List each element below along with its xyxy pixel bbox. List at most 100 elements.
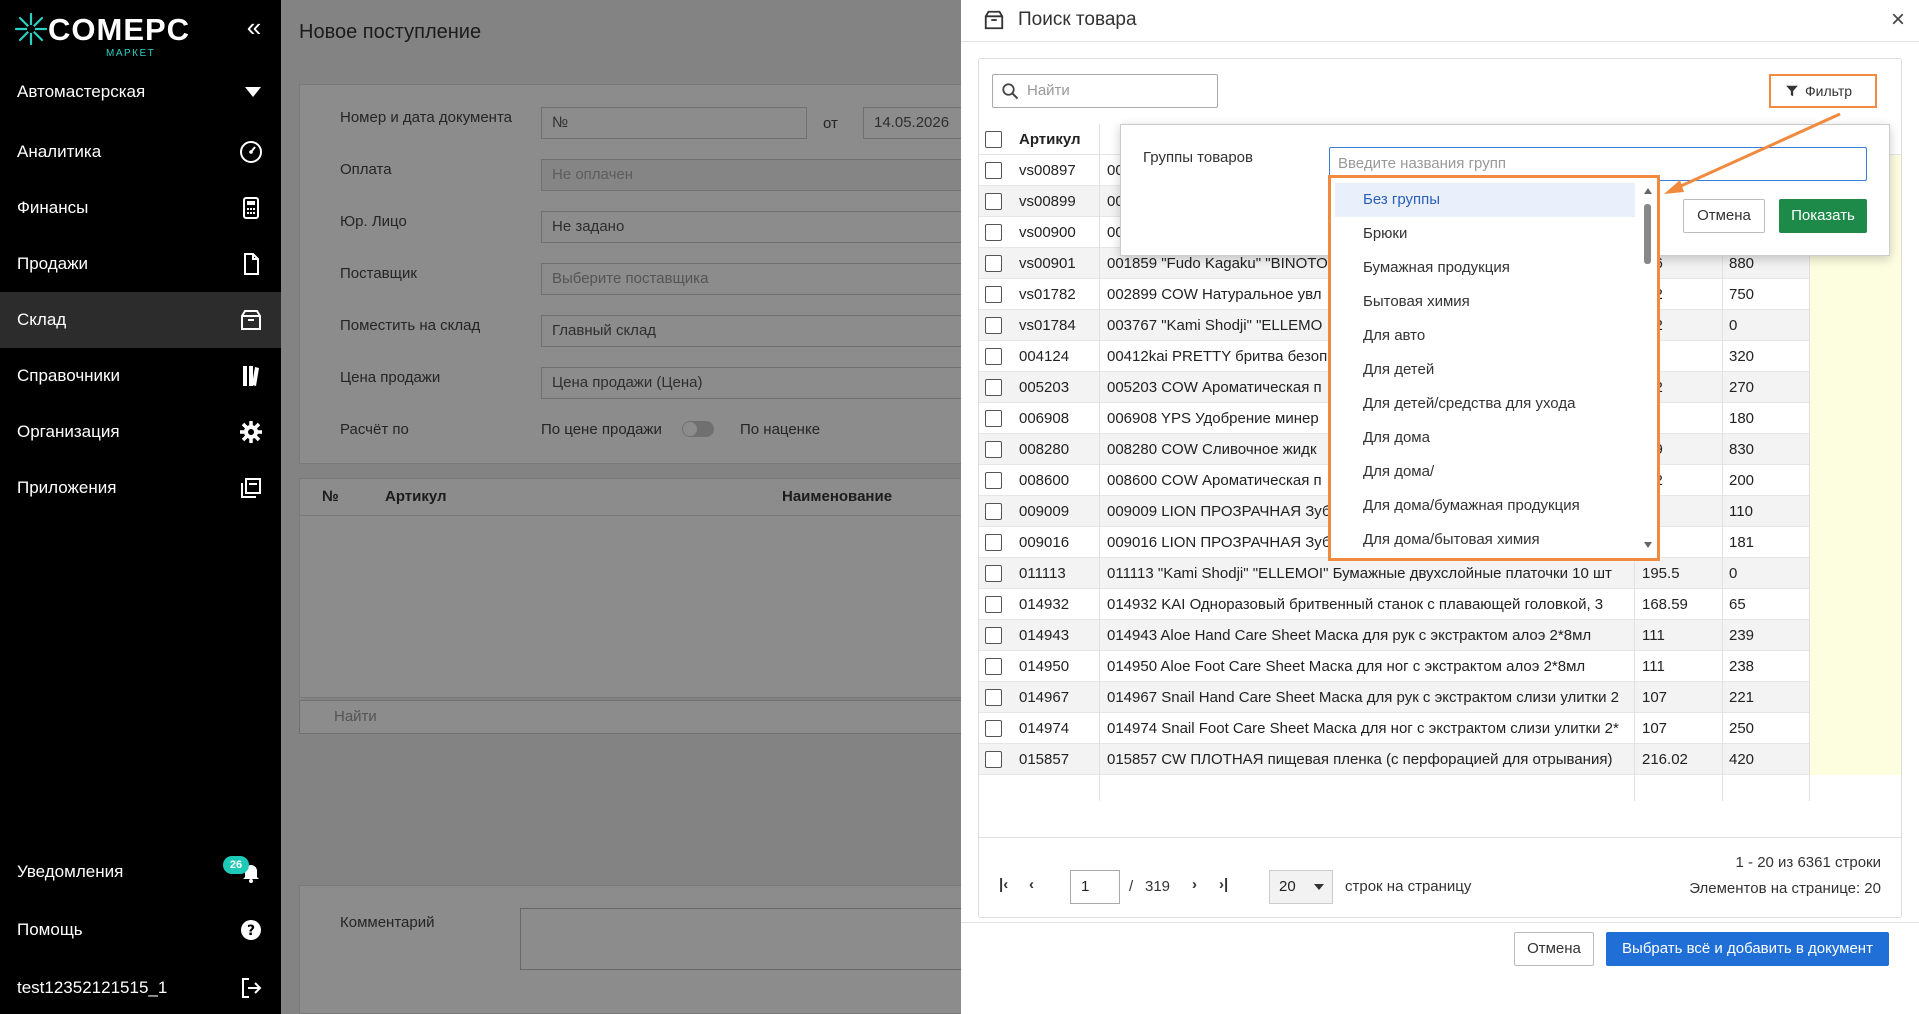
product-search-input[interactable]: Найти: [992, 74, 1218, 108]
row-article: vs01784: [1019, 317, 1076, 334]
row-qty: 0: [1729, 317, 1738, 334]
row-highlight-cell: [1809, 589, 1901, 620]
group-option[interactable]: Для детей/средства для ухода: [1335, 387, 1635, 421]
gauge-icon: [240, 141, 262, 163]
filter-cancel-button[interactable]: Отмена: [1683, 199, 1765, 233]
filter-show-button[interactable]: Показать: [1779, 199, 1867, 233]
column-divider: [1099, 124, 1100, 801]
row-highlight-cell: [1809, 434, 1901, 465]
table-row[interactable]: 014967 014967 Snail Hand Care Sheet Маска…: [979, 682, 1901, 713]
per-page-info: Элементов на странице: 20: [1689, 880, 1881, 897]
range-info: 1 - 20 из 6361 строки: [1735, 854, 1881, 871]
table-row[interactable]: 014943 014943 Aloe Hand Care Sheet Маска …: [979, 620, 1901, 651]
row-checkbox[interactable]: [985, 713, 1009, 744]
group-option[interactable]: Для дома: [1335, 421, 1635, 455]
first-page-icon[interactable]: |‹: [999, 876, 1008, 893]
select-all-add-button[interactable]: Выбрать всё и добавить в документ: [1606, 932, 1889, 966]
row-checkbox[interactable]: [985, 372, 1009, 403]
row-article: 014974: [1019, 720, 1070, 737]
row-qty: 181: [1729, 534, 1755, 551]
sidebar-item-label: Уведомления: [17, 862, 124, 881]
scroll-down-icon: [1644, 542, 1652, 548]
table-row[interactable]: 015857 015857 CW ПЛОТНАЯ пищевая пленка (…: [979, 744, 1901, 775]
company-selector[interactable]: Автомастерская: [0, 74, 281, 110]
row-highlight-cell: [1809, 403, 1901, 434]
table-row[interactable]: 014950 014950 Aloe Foot Care Sheet Маска …: [979, 651, 1901, 682]
row-highlight-cell: [1809, 744, 1901, 775]
table-row[interactable]: 014932 014932 KAI Одноразовый бритвенный …: [979, 589, 1901, 620]
group-option[interactable]: Без группы: [1335, 183, 1635, 217]
row-highlight-cell: [1809, 651, 1901, 682]
last-page-icon[interactable]: ›|: [1219, 876, 1228, 893]
page-number-input[interactable]: 1: [1070, 870, 1120, 904]
collapse-sidebar-icon[interactable]: «: [240, 14, 268, 42]
filter-button[interactable]: Фильтр: [1769, 74, 1877, 108]
row-checkbox[interactable]: [985, 682, 1009, 713]
per-page-select[interactable]: 20: [1269, 870, 1333, 904]
row-qty: 320: [1729, 348, 1755, 365]
sidebar-item-help[interactable]: Помощь ?: [0, 902, 281, 958]
group-option[interactable]: Брюки: [1335, 217, 1635, 251]
row-checkbox[interactable]: [985, 279, 1009, 310]
row-price: 111: [1642, 658, 1665, 675]
group-option[interactable]: Для дома/бытовая химия: [1335, 523, 1635, 557]
row-article: 014932: [1019, 596, 1070, 613]
row-checkbox[interactable]: [985, 527, 1009, 558]
sidebar-item-sales[interactable]: Продажи: [0, 236, 281, 292]
row-price: 111: [1642, 627, 1665, 644]
group-option[interactable]: Для авто: [1335, 319, 1635, 353]
row-price: 168.59: [1642, 596, 1688, 613]
group-option[interactable]: Для дома/: [1335, 455, 1635, 489]
row-checkbox[interactable]: [985, 651, 1009, 682]
pagination: |‹ ‹ 1 / 319 › ›| 20 строк на страницу 1…: [979, 837, 1901, 917]
group-option[interactable]: Бумажная продукция: [1335, 251, 1635, 285]
sidebar-item-analytics[interactable]: Аналитика: [0, 124, 281, 180]
sidebar-item-label: Продажи: [17, 254, 88, 273]
group-option[interactable]: Для детей: [1335, 353, 1635, 387]
row-qty: 239: [1729, 627, 1755, 644]
sidebar-item-organization[interactable]: Организация: [0, 404, 281, 460]
row-checkbox[interactable]: [985, 186, 1009, 217]
next-page-icon[interactable]: ›: [1192, 876, 1197, 893]
prev-page-icon[interactable]: ‹: [1029, 876, 1034, 893]
row-qty: 238: [1729, 658, 1755, 675]
row-checkbox[interactable]: [985, 744, 1009, 775]
table-row[interactable]: 011113 011113 "Kami Shodji" "ELLEMOI" Бум…: [979, 558, 1901, 589]
row-checkbox[interactable]: [985, 248, 1009, 279]
row-checkbox[interactable]: [985, 558, 1009, 589]
row-highlight-cell: [1809, 465, 1901, 496]
row-highlight-cell: [1809, 496, 1901, 527]
close-icon[interactable]: ×: [1891, 6, 1905, 34]
row-checkbox[interactable]: [985, 589, 1009, 620]
sidebar-item-finance[interactable]: Финансы: [0, 180, 281, 236]
group-option[interactable]: Бытовая химия: [1335, 285, 1635, 319]
dropdown-scrollbar[interactable]: [1642, 188, 1654, 548]
row-checkbox[interactable]: [985, 434, 1009, 465]
row-price: 107: [1642, 720, 1668, 737]
row-highlight-cell: [1809, 279, 1901, 310]
group-option[interactable]: Для дома/бумажная продукция: [1335, 489, 1635, 523]
groups-dropdown: Без группы Брюки Бумажная продукция Бытовая…: [1328, 175, 1660, 561]
row-checkbox[interactable]: [985, 155, 1009, 186]
sidebar-item-label: Аналитика: [17, 142, 102, 161]
groups-label: Группы товаров: [1143, 149, 1253, 166]
row-checkbox[interactable]: [985, 341, 1009, 372]
brand-logo[interactable]: COMEPC МАРКЕТ: [14, 6, 189, 59]
search-placeholder: Найти: [1027, 82, 1070, 99]
sidebar-item-label: Финансы: [17, 198, 89, 217]
row-checkbox[interactable]: [985, 620, 1009, 651]
sidebar-item-user[interactable]: test12352121515_1: [0, 960, 281, 1014]
row-checkbox[interactable]: [985, 217, 1009, 248]
sidebar-item-references[interactable]: Справочники: [0, 348, 281, 404]
row-checkbox[interactable]: [985, 465, 1009, 496]
cancel-button[interactable]: Отмена: [1514, 932, 1594, 966]
sidebar-item-warehouse[interactable]: Склад: [0, 292, 281, 348]
table-row[interactable]: 014974 014974 Snail Foot Care Sheet Маска…: [979, 713, 1901, 744]
row-checkbox[interactable]: [985, 496, 1009, 527]
row-name: 015857 CW ПЛОТНАЯ пищевая пленка (с перф…: [1107, 751, 1613, 768]
select-all-checkbox[interactable]: [985, 124, 1009, 155]
row-checkbox[interactable]: [985, 310, 1009, 341]
row-checkbox[interactable]: [985, 403, 1009, 434]
company-name: Автомастерская: [17, 82, 146, 101]
sidebar-item-apps[interactable]: Приложения: [0, 460, 281, 516]
